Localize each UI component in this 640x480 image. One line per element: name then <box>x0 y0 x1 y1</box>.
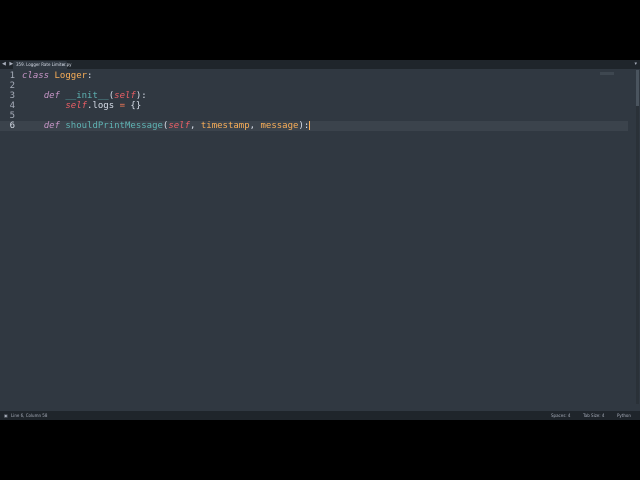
code-editor[interactable]: class Logger: def __init__(self): self.l… <box>18 71 628 131</box>
line-number: 2 <box>9 81 15 91</box>
minimap[interactable] <box>600 72 614 75</box>
scrollbar-thumb[interactable] <box>636 70 639 106</box>
line-number: 4 <box>9 101 15 111</box>
tab-logger-rate-limiter[interactable]: 359. Logger Rate Limiter.py × <box>13 61 72 69</box>
tab-size-setting[interactable]: Tab Size: 4 <box>583 411 604 420</box>
vertical-scrollbar[interactable] <box>636 70 639 404</box>
line-number-gutter: 1 2 3 4 5 6 <box>0 71 18 131</box>
status-bar: ▣ Line 6, Column 58 Spaces: 4 Tab Size: … <box>0 411 640 420</box>
code-line-active[interactable]: def shouldPrintMessage(self, timestamp, … <box>18 121 628 131</box>
editor-window: ◀ ▶ 359. Logger Rate Limiter.py × ▾ 1 2 … <box>0 60 640 420</box>
code-line[interactable]: class Logger: <box>22 71 628 81</box>
line-number-active: 6 <box>0 121 18 131</box>
text-cursor <box>309 121 311 130</box>
indentation-setting[interactable]: Spaces: 4 <box>551 411 570 420</box>
code-line[interactable]: def __init__(self): <box>22 91 628 101</box>
line-number: 3 <box>9 91 15 101</box>
code-line[interactable]: self.logs = {} <box>22 101 628 111</box>
tab-close-icon[interactable]: × <box>62 61 65 69</box>
code-line[interactable] <box>22 111 628 121</box>
cursor-position: Line 6, Column 58 <box>11 413 48 418</box>
tab-bar: ◀ ▶ 359. Logger Rate Limiter.py × ▾ <box>0 60 640 69</box>
panel-toggle-icon[interactable]: ▣ <box>4 411 8 420</box>
code-line[interactable] <box>22 81 628 91</box>
syntax-language[interactable]: Python <box>617 411 631 420</box>
tab-overflow-icon[interactable]: ▾ <box>634 61 637 68</box>
line-number: 5 <box>9 111 15 121</box>
line-number: 1 <box>9 71 15 81</box>
